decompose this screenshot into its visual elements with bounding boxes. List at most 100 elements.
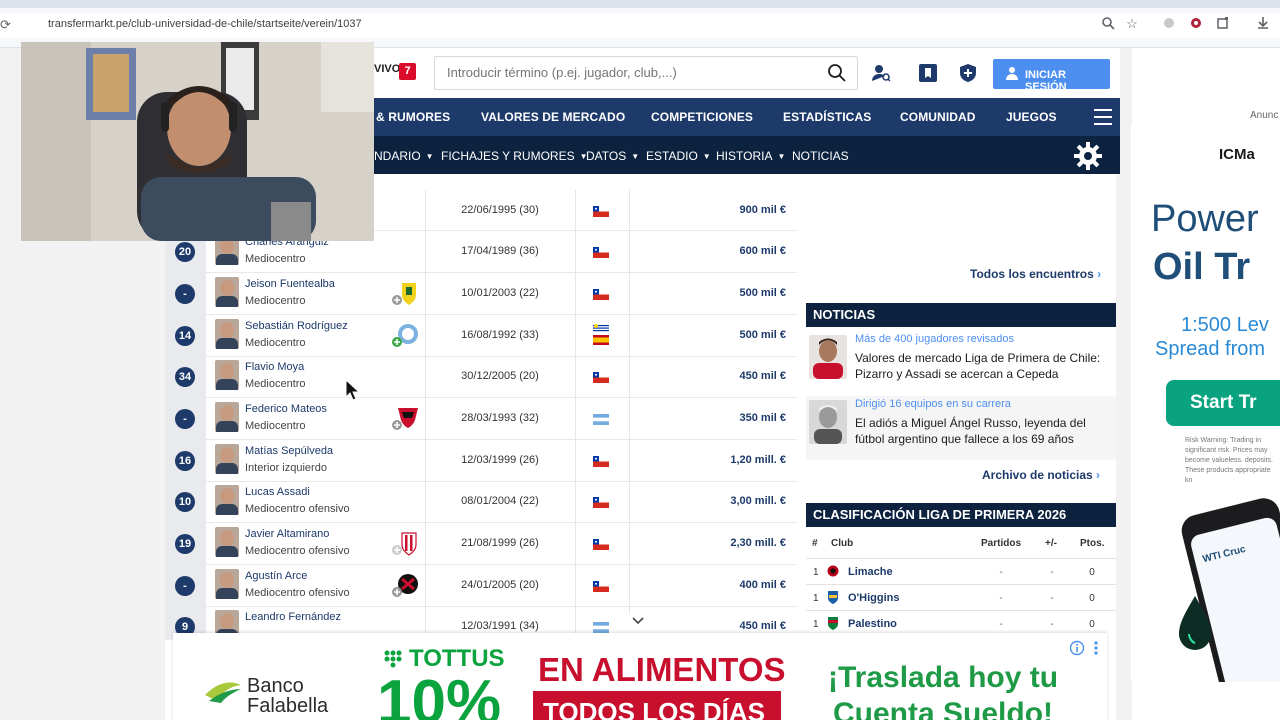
black-red-club-crest-icon[interactable] xyxy=(390,573,420,599)
collapse-ad-button[interactable] xyxy=(618,614,658,634)
player-name[interactable]: Flavio Moya xyxy=(245,361,304,373)
standings-col-club: Club xyxy=(831,538,854,549)
nav-competiciones[interactable]: COMPETICIONES xyxy=(651,110,753,124)
market-value[interactable]: 500 mil € xyxy=(665,287,786,299)
player-photo[interactable] xyxy=(215,360,239,390)
reload-icon[interactable]: ⟳ xyxy=(0,17,11,33)
nav-juegos[interactable]: JUEGOS xyxy=(1006,110,1057,124)
player-name[interactable]: Matías Sepúlveda xyxy=(245,445,333,457)
search-box[interactable] xyxy=(434,56,858,90)
shield-icon[interactable] xyxy=(958,63,978,83)
bookmark-star-icon[interactable]: ☆ xyxy=(1124,16,1140,32)
nav-comunidad[interactable]: COMUNIDAD xyxy=(900,110,976,124)
extension-icon[interactable] xyxy=(1161,16,1177,32)
market-value[interactable]: 2,30 mill. € xyxy=(665,537,786,549)
player-photo[interactable] xyxy=(215,569,239,599)
market-value[interactable]: 600 mil € xyxy=(665,245,786,257)
market-value[interactable]: 400 mil € xyxy=(665,579,786,591)
shirt-number-cell: 19 xyxy=(165,523,206,565)
news-thumbnail xyxy=(809,400,847,444)
table-row[interactable]: 10 Lucas Assadi Mediocentro ofensivo 08/01/… xyxy=(165,481,797,523)
red-club-crest-icon[interactable] xyxy=(390,406,420,432)
news-title[interactable]: Valores de mercado Liga de Primera de Ch… xyxy=(855,350,1110,382)
news-item[interactable]: Dirigió 16 equipos en su carrera El adió… xyxy=(806,396,1116,460)
market-value[interactable]: 500 mil € xyxy=(665,329,786,341)
table-row[interactable]: 34 Flavio Moya Mediocentro 30/12/2005 (20) 4… xyxy=(165,356,797,398)
ad-info-icon[interactable] xyxy=(1069,640,1085,656)
argentina-flag-icon xyxy=(593,620,609,633)
squad-table: 22/06/1995 (30) 900 mil €20 Charles Arángu… xyxy=(165,190,797,640)
all-encounters-link[interactable]: Todos los encuentros › xyxy=(970,267,1101,281)
player-name[interactable]: Sebastián Rodríguez xyxy=(245,320,348,332)
hamburger-menu-icon[interactable] xyxy=(1094,109,1112,125)
market-value[interactable]: 900 mil € xyxy=(665,204,786,216)
market-value[interactable]: 1,20 mill. € xyxy=(665,454,786,466)
nav-estadisticas[interactable]: ESTADÍSTICAS xyxy=(783,110,871,124)
subnav-estadio[interactable]: ESTADIO ▼ xyxy=(646,149,711,163)
standings-diff: - xyxy=(1050,567,1054,578)
table-row[interactable]: - Jeison Fuentealba Mediocentro 10/01/2003 … xyxy=(165,273,797,315)
search-icon[interactable] xyxy=(827,63,847,83)
player-name[interactable]: Javier Altamirano xyxy=(245,528,329,540)
player-name[interactable]: Lucas Assadi xyxy=(245,486,310,498)
market-value[interactable]: 350 mil € xyxy=(665,412,786,424)
news-archive-link[interactable]: Archivo de noticias › xyxy=(982,468,1100,482)
player-name[interactable]: Leandro Fernández xyxy=(245,611,341,623)
player-photo[interactable] xyxy=(215,444,239,474)
url-text[interactable]: transfermarkt.pe/club-universidad-de-chi… xyxy=(48,18,362,30)
nav-valores-de-mercado[interactable]: VALORES DE MERCADO xyxy=(481,110,625,124)
player-name[interactable]: Jeison Fuentealba xyxy=(245,278,335,290)
market-value[interactable]: 450 mil € xyxy=(665,620,786,632)
subnav-datos[interactable]: DATOS ▼ xyxy=(586,149,639,163)
subnav-fichajes[interactable]: FICHAJES Y RUMORES ▼ xyxy=(441,149,588,163)
live-label[interactable]: VIVO xyxy=(374,63,400,75)
extension-red-icon[interactable] xyxy=(1188,16,1204,32)
gear-icon[interactable] xyxy=(1072,140,1104,172)
standings-club[interactable]: Limache xyxy=(848,566,893,578)
subnav-noticias[interactable]: NOTICIAS xyxy=(792,149,849,163)
news-kicker[interactable]: Dirigió 16 equipos en su carrera xyxy=(855,398,1011,410)
player-photo[interactable] xyxy=(215,485,239,515)
player-photo[interactable] xyxy=(215,277,239,307)
yellow-club-crest-icon[interactable] xyxy=(390,281,420,307)
subnav-historia[interactable]: HISTORIA ▼ xyxy=(716,149,785,163)
market-value[interactable]: 450 mil € xyxy=(665,370,786,382)
player-name[interactable]: Agustín Arce xyxy=(245,570,307,582)
shirt-number: 20 xyxy=(175,242,195,262)
subnav-calendario[interactable]: NDARIO ▼ xyxy=(374,149,434,163)
puzzle-icon[interactable] xyxy=(1215,16,1231,32)
player-search-icon[interactable] xyxy=(871,63,891,83)
live-count-badge[interactable]: 7 xyxy=(399,63,416,80)
news-title[interactable]: El adiós a Miguel Ángel Russo, leyenda d… xyxy=(855,415,1110,447)
standings-club[interactable]: Palestino xyxy=(848,618,897,630)
table-row[interactable]: 14 Sebastián Rodríguez Mediocentro 16/08/19… xyxy=(165,315,797,357)
bottom-advertisement[interactable]: Banco Falabella TOTTUS 10% EN ALIMENTOS … xyxy=(173,633,1107,720)
login-button[interactable]: INICIAR SESIÓN xyxy=(993,59,1110,93)
table-row[interactable]: - Federico Mateos Mediocentro 28/03/1993 (3… xyxy=(165,398,797,440)
search-input[interactable] xyxy=(447,65,807,80)
standings-club[interactable]: O'Higgins xyxy=(848,592,900,604)
ad-cta-button[interactable]: Start Tr xyxy=(1166,380,1280,426)
right-advertisement[interactable]: ICMa Power Oil Tr 1:500 Lev Spread from … xyxy=(1131,124,1280,682)
table-row[interactable]: 19 Javier Altamirano Mediocentro ofensivo 2… xyxy=(165,523,797,565)
nav-rumores[interactable]: & RUMORES xyxy=(376,110,450,124)
estudiantes-club-crest-icon[interactable] xyxy=(390,531,420,557)
player-name[interactable]: Federico Mateos xyxy=(245,403,327,415)
player-photo[interactable] xyxy=(215,527,239,557)
news-kicker[interactable]: Más de 400 jugadores revisados xyxy=(855,333,1014,345)
table-row[interactable]: - Agustín Arce Mediocentro ofensivo 24/01/2… xyxy=(165,565,797,607)
zoom-icon[interactable] xyxy=(1100,16,1116,32)
ad-menu-icon[interactable] xyxy=(1091,640,1101,656)
player-photo[interactable] xyxy=(215,402,239,432)
blue-club-crest-icon[interactable] xyxy=(390,323,420,349)
standings-row[interactable]: 1 O'Higgins - - 0 xyxy=(806,584,1116,610)
news-item[interactable]: Más de 400 jugadores revisados Valores d… xyxy=(806,331,1116,395)
standings-row[interactable]: 1 Limache - - 0 xyxy=(806,558,1116,584)
market-value[interactable]: 3,00 mill. € xyxy=(665,495,786,507)
table-row[interactable]: 16 Matías Sepúlveda Interior izquierdo 12/0… xyxy=(165,440,797,482)
player-photo[interactable] xyxy=(215,319,239,349)
download-icon[interactable] xyxy=(1255,16,1271,32)
webcam-overlay xyxy=(21,42,374,241)
address-bar[interactable]: ⟳ transfermarkt.pe/club-universidad-de-c… xyxy=(0,14,1280,38)
watchlist-icon[interactable] xyxy=(918,63,938,83)
